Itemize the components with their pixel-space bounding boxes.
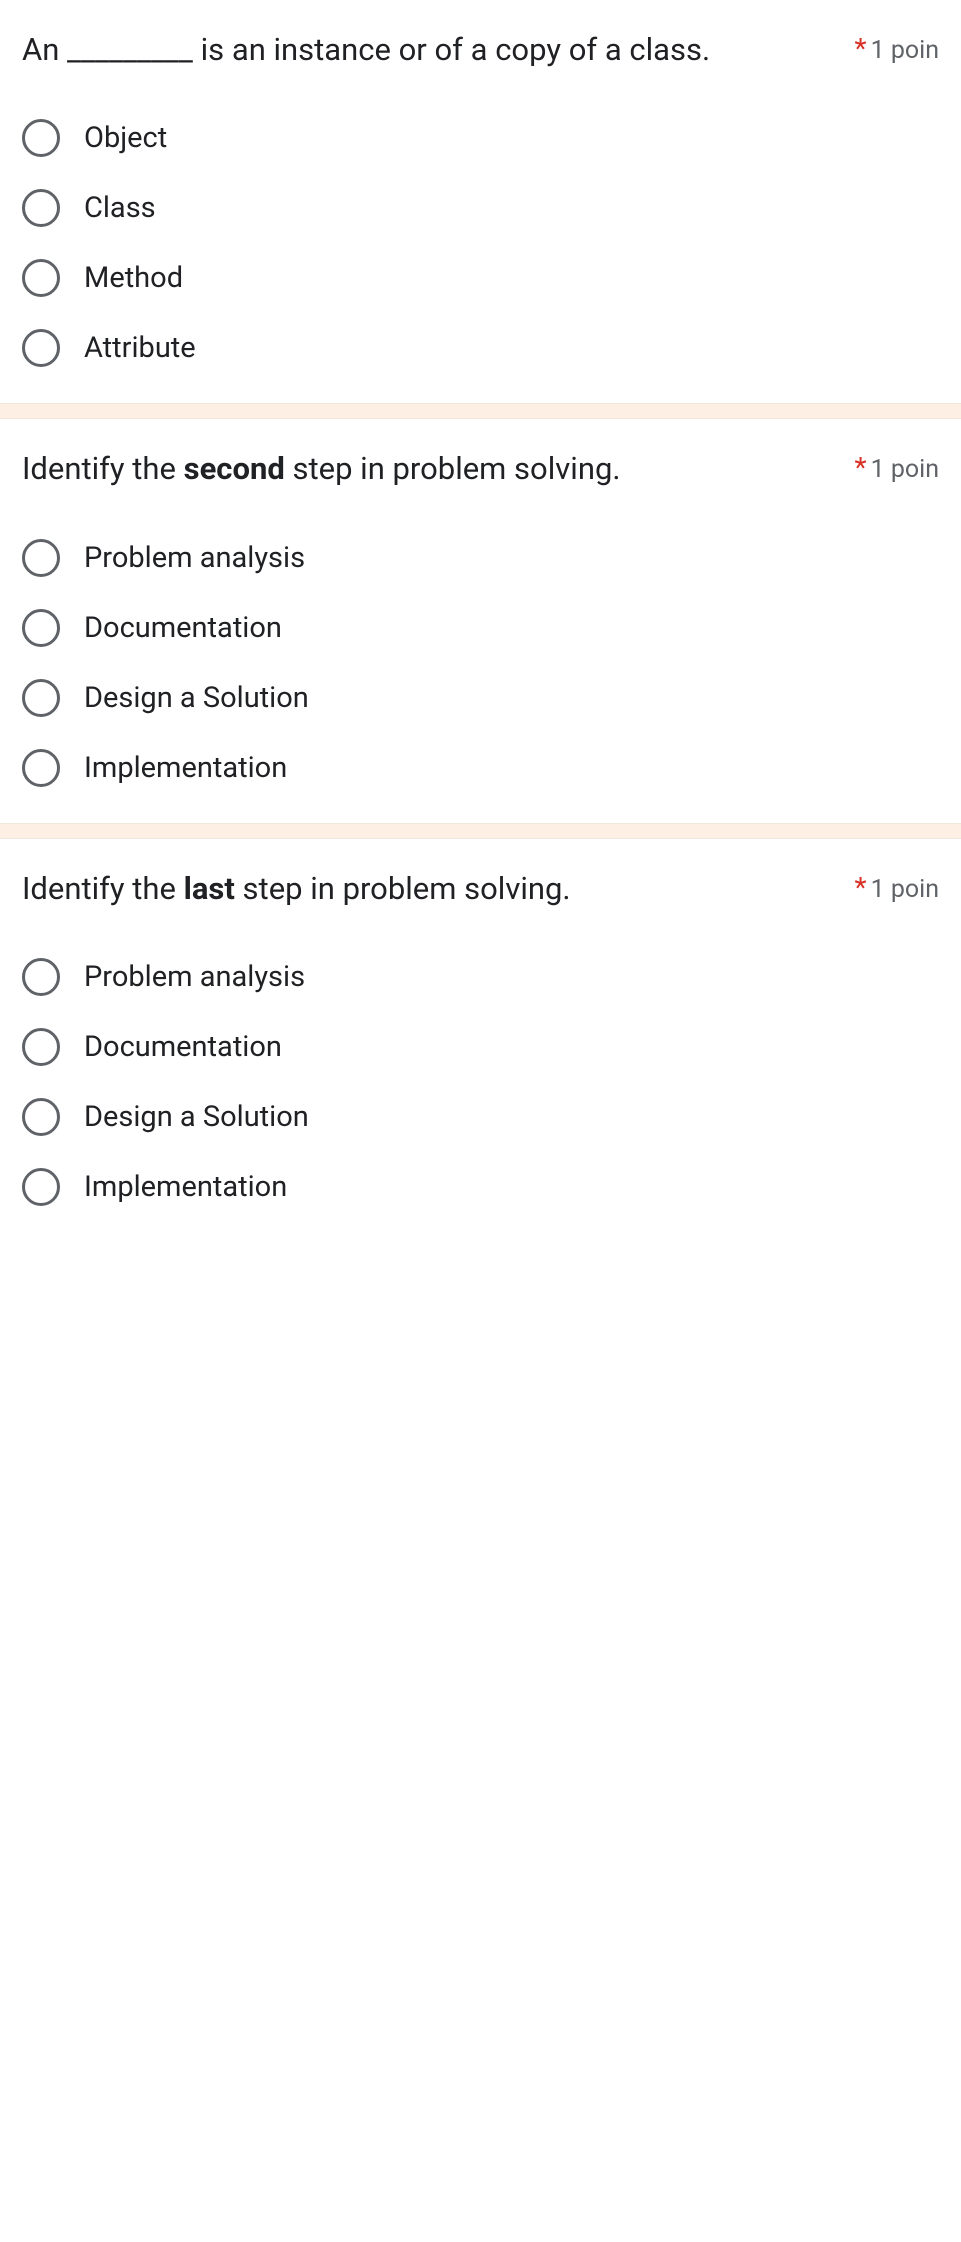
required-star: * [855, 32, 867, 65]
question-prompt: Identify the last step in problem solvin… [22, 867, 843, 910]
option-label: Implementation [84, 1170, 287, 1204]
radio-option[interactable]: Class [22, 189, 939, 227]
points-area: *1 poin [855, 867, 940, 904]
prompt-text: step in problem solving. [285, 450, 621, 487]
option-label: Documentation [84, 1030, 282, 1064]
prompt-bold: last [184, 870, 235, 907]
radio-icon [22, 329, 60, 367]
question-header: Identify the last step in problem solvin… [22, 867, 939, 910]
radio-option[interactable]: Object [22, 119, 939, 157]
question-card: Identify the second step in problem solv… [0, 419, 961, 822]
radio-option[interactable]: Implementation [22, 749, 939, 787]
question-header: An _________ is an instance or of a copy… [22, 28, 939, 71]
radio-icon [22, 1028, 60, 1066]
option-label: Method [84, 261, 183, 295]
radio-icon [22, 189, 60, 227]
options-group: Problem analysis Documentation Design a … [22, 539, 939, 787]
radio-icon [22, 749, 60, 787]
radio-option[interactable]: Problem analysis [22, 539, 939, 577]
options-group: Object Class Method Attribute [22, 119, 939, 367]
radio-icon [22, 539, 60, 577]
option-label: Object [84, 121, 167, 155]
radio-icon [22, 958, 60, 996]
question-card: Identify the last step in problem solvin… [0, 839, 961, 1242]
prompt-text: step in problem solving. [235, 870, 571, 907]
radio-option[interactable]: Documentation [22, 1028, 939, 1066]
option-label: Implementation [84, 751, 287, 785]
radio-option[interactable]: Problem analysis [22, 958, 939, 996]
radio-icon [22, 1168, 60, 1206]
question-header: Identify the second step in problem solv… [22, 447, 939, 490]
radio-option[interactable]: Implementation [22, 1168, 939, 1206]
option-label: Documentation [84, 611, 282, 645]
prompt-text: Identify the [22, 450, 184, 487]
radio-option[interactable]: Attribute [22, 329, 939, 367]
option-label: Attribute [84, 331, 196, 365]
prompt-text: An _________ is an instance or of a copy… [22, 31, 710, 68]
options-group: Problem analysis Documentation Design a … [22, 958, 939, 1206]
option-label: Problem analysis [84, 541, 305, 575]
radio-option[interactable]: Design a Solution [22, 1098, 939, 1136]
option-label: Design a Solution [84, 681, 309, 715]
prompt-bold: second [184, 450, 285, 487]
points-label: 1 poin [871, 875, 939, 904]
radio-option[interactable]: Design a Solution [22, 679, 939, 717]
radio-option[interactable]: Method [22, 259, 939, 297]
option-label: Class [84, 191, 156, 225]
required-star: * [855, 871, 867, 904]
radio-icon [22, 259, 60, 297]
option-label: Problem analysis [84, 960, 305, 994]
radio-icon [22, 1098, 60, 1136]
points-label: 1 poin [871, 455, 939, 484]
option-label: Design a Solution [84, 1100, 309, 1134]
radio-icon [22, 119, 60, 157]
question-card: An _________ is an instance or of a copy… [0, 0, 961, 403]
radio-icon [22, 679, 60, 717]
radio-icon [22, 609, 60, 647]
prompt-text: Identify the [22, 870, 184, 907]
question-prompt: Identify the second step in problem solv… [22, 447, 843, 490]
points-area: *1 poin [855, 447, 940, 484]
required-star: * [855, 451, 867, 484]
radio-option[interactable]: Documentation [22, 609, 939, 647]
card-separator [0, 403, 961, 419]
card-separator [0, 823, 961, 839]
question-prompt: An _________ is an instance or of a copy… [22, 28, 843, 71]
points-label: 1 poin [871, 36, 939, 65]
points-area: *1 poin [855, 28, 940, 65]
